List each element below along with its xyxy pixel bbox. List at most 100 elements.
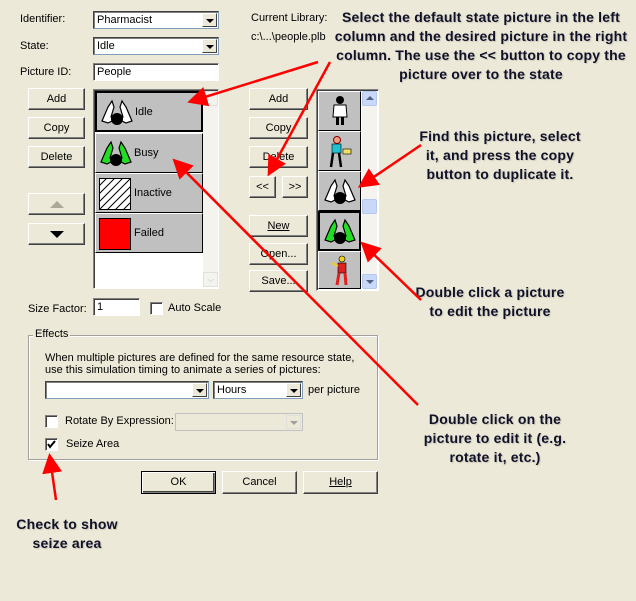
scroll-up-button[interactable] — [362, 91, 377, 106]
state-label: State: — [20, 40, 49, 52]
delete-label: Delete — [40, 151, 73, 163]
open-label: Open... — [260, 248, 297, 260]
state-picture-list[interactable]: Idle Busy Inactive Failed ⌵ — [93, 89, 219, 289]
delete-state-button[interactable]: Delete — [28, 146, 85, 168]
ok-button[interactable]: OK — [141, 471, 216, 494]
scroll-down-button[interactable]: ⌵ — [203, 272, 218, 287]
help-label: Help — [329, 476, 352, 488]
annotation-find-picture: Find this picture, select it, and press … — [419, 128, 581, 182]
ok-label: OK — [170, 476, 187, 488]
move-up-button[interactable] — [28, 193, 85, 215]
up-arrow-icon — [50, 201, 64, 208]
seize-area-checkbox[interactable] — [45, 438, 58, 451]
copy-label: Copy — [265, 122, 292, 134]
down-arrow-icon — [50, 231, 64, 238]
chevron-down-icon[interactable] — [286, 415, 301, 429]
new-label: New — [267, 220, 290, 232]
scroll-up-button[interactable] — [203, 91, 218, 106]
delete-library-button[interactable]: Delete — [249, 146, 308, 168]
copy-to-state-button[interactable]: << — [249, 176, 276, 198]
idle-person-white-icon — [101, 99, 133, 125]
annotation-double-click-state: Double click on the picture to edit it (… — [423, 411, 567, 465]
auto-scale-checkbox[interactable] — [150, 302, 163, 315]
open-library-button[interactable]: Open... — [249, 243, 308, 265]
current-library-path: c:\...\people.plb — [251, 31, 326, 43]
state-value: Idle — [97, 40, 115, 52]
picture-id-input[interactable]: People — [93, 63, 219, 81]
timing-combo[interactable] — [45, 381, 209, 399]
busy-person-green-icon — [324, 218, 356, 244]
annotation-seize-area: Check to show seize area — [16, 516, 118, 551]
state-picture-name: Busy — [134, 147, 159, 159]
checkmark-icon — [47, 440, 56, 449]
seize-area-label: Seize Area — [66, 438, 120, 450]
state-picture-item[interactable]: Failed — [95, 213, 203, 253]
library-picture-item[interactable] — [318, 171, 361, 211]
save-library-button[interactable]: Save... — [249, 270, 308, 292]
picture-id-value: People — [97, 66, 132, 78]
units-combo[interactable]: Hours — [213, 381, 303, 399]
copy-to-library-button[interactable]: >> — [282, 176, 308, 198]
units-value: Hours — [217, 384, 247, 396]
state-picture-item[interactable]: Busy — [95, 133, 203, 173]
busy-person-green-icon — [100, 140, 132, 166]
state-picture-name: Failed — [134, 227, 164, 239]
red-square-icon — [99, 218, 131, 250]
copy-label: Copy — [43, 122, 70, 134]
chevron-down-icon[interactable] — [286, 383, 301, 397]
scroll-down-button[interactable] — [362, 274, 377, 289]
copy-library-button[interactable]: Copy — [249, 117, 308, 139]
state-combo[interactable]: Idle — [93, 37, 219, 55]
identifier-value: Pharmacist — [97, 14, 153, 26]
rotate-expression-combo[interactable] — [175, 413, 303, 431]
hatched-square-icon — [99, 178, 131, 210]
effects-title: Effects — [33, 328, 71, 340]
size-factor-input[interactable]: 1 — [93, 298, 140, 316]
size-factor-label: Size Factor: — [28, 303, 87, 315]
annotation-copy-instructions: Select the default state picture in the … — [334, 9, 628, 82]
state-picture-item[interactable]: Inactive — [95, 173, 203, 213]
auto-scale-label: Auto Scale — [168, 302, 222, 314]
state-picture-item[interactable]: Idle — [95, 91, 203, 132]
cancel-button[interactable]: Cancel — [222, 471, 297, 494]
doctor-icon — [332, 96, 348, 125]
idle-person-white-icon — [324, 178, 356, 204]
library-list-scrollbar[interactable] — [362, 91, 377, 289]
arrow-to-seize — [42, 453, 63, 501]
worker-carrying-box-icon — [329, 136, 352, 168]
chevron-down-icon[interactable] — [192, 383, 207, 397]
picture-id-label: Picture ID: — [20, 66, 72, 78]
copy-state-button[interactable]: Copy — [28, 117, 85, 139]
library-picture-item[interactable] — [318, 211, 361, 251]
add-library-button[interactable]: Add — [249, 88, 308, 110]
library-picture-item[interactable] — [318, 251, 361, 289]
cancel-label: Cancel — [242, 476, 277, 488]
rotate-label: Rotate By Expression: — [65, 415, 174, 427]
chevron-up-icon — [366, 96, 374, 100]
per-picture-label: per picture — [308, 384, 360, 396]
state-list-scrollbar[interactable]: ⌵ — [203, 91, 218, 287]
identifier-label: Identifier: — [20, 13, 66, 25]
save-label: Save... — [261, 275, 296, 287]
chevron-down-icon — [366, 280, 374, 284]
add-label: Add — [46, 93, 67, 105]
library-picture-item[interactable] — [318, 131, 361, 171]
move-down-button[interactable] — [28, 223, 85, 245]
library-picture-list[interactable] — [316, 89, 379, 291]
add-state-button[interactable]: Add — [28, 88, 85, 110]
state-picture-name: Idle — [135, 106, 153, 118]
chevron-down-icon[interactable] — [202, 39, 217, 53]
identifier-combo[interactable]: Pharmacist — [93, 11, 219, 29]
state-picture-name: Inactive — [134, 187, 172, 199]
new-library-button[interactable]: New — [249, 215, 308, 237]
help-button[interactable]: Help — [303, 471, 378, 494]
effects-description: When multiple pictures are defined for t… — [45, 352, 355, 376]
library-picture-item[interactable] — [318, 91, 361, 131]
add-label: Add — [268, 93, 289, 105]
size-factor-value: 1 — [97, 301, 104, 313]
chevron-down-icon[interactable] — [202, 13, 217, 27]
delete-label: Delete — [262, 151, 295, 163]
rotate-checkbox[interactable] — [45, 415, 58, 428]
scroll-thumb[interactable] — [362, 199, 377, 214]
current-library-label: Current Library: — [251, 12, 328, 24]
